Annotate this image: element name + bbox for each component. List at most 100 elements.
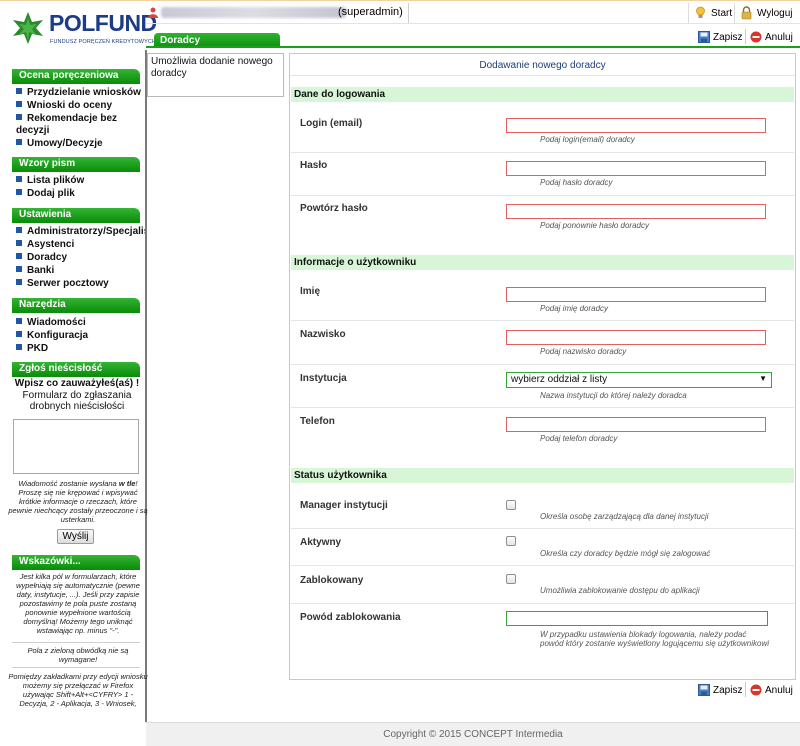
user-role: (superadmin) <box>338 6 403 18</box>
sidebar-item-banki[interactable]: Banki <box>16 265 54 277</box>
report-subheading: Formularz do zgłaszania drobnych nieścis… <box>22 390 132 412</box>
cancel-label: Anuluj <box>765 684 793 696</box>
start-link[interactable]: Start <box>694 3 732 23</box>
dropdown-arrow-icon: ▼ <box>759 374 767 383</box>
phone-label: Telefon <box>300 416 335 427</box>
save-button-bottom[interactable]: Zapisz <box>698 684 742 696</box>
divider <box>12 569 140 570</box>
login-email-field[interactable] <box>506 118 766 133</box>
sidebar-item-asystenci[interactable]: Asystenci <box>16 239 74 251</box>
hints-text-shortcuts: Pomiędzy zakładkami przy edycji wniosku … <box>8 672 148 708</box>
bullet-icon <box>16 139 22 145</box>
login-label: Login (email) <box>300 118 363 129</box>
report-textarea[interactable] <box>13 419 139 474</box>
bullet-icon <box>16 253 22 259</box>
block-reason-hint: W przypadku ustawienia blokady logowania… <box>540 630 769 648</box>
bullet-icon <box>16 266 22 272</box>
password-repeat-field[interactable] <box>506 204 766 219</box>
blocked-label: Zablokowany <box>300 575 364 586</box>
login-hint: Podaj login(email) doradcy <box>540 135 635 144</box>
password-field[interactable] <box>506 161 766 176</box>
password-label: Hasło <box>300 160 328 171</box>
divider <box>734 3 735 23</box>
brand-name: POLFUND <box>49 10 157 36</box>
divider <box>12 376 140 377</box>
divider <box>291 152 794 153</box>
sidebar-item-dodaj-plik[interactable]: Dodaj plik <box>16 188 75 200</box>
cancel-button-bottom[interactable]: Anuluj <box>750 684 793 696</box>
active-checkbox[interactable] <box>506 536 516 546</box>
divider <box>12 642 140 643</box>
sidebar-section-wskazowki: Wskazówki... <box>12 555 140 569</box>
save-label: Zapisz <box>713 31 743 43</box>
floppy-disk-icon <box>698 31 710 43</box>
user-name-redacted <box>161 7 346 18</box>
logout-label: Wyloguj <box>757 7 793 19</box>
sidebar-item-wnioski-do-oceny[interactable]: Wnioski do oceny <box>16 100 112 112</box>
logout-link[interactable]: Wyloguj <box>740 3 792 23</box>
bullet-icon <box>16 227 22 233</box>
manager-hint: Określa osobę zarządzającą dla danej ins… <box>540 512 709 521</box>
sidebar-item-pkd[interactable]: PKD <box>16 343 48 355</box>
sidebar-item-konfiguracja[interactable]: Konfiguracja <box>16 330 88 342</box>
block-reason-field[interactable] <box>506 611 768 626</box>
footer: Copyright © 2015 CONCEPT Intermedia <box>146 722 800 746</box>
divider <box>291 320 794 321</box>
sidebar-section-ustawienia: Ustawienia <box>12 208 140 222</box>
cancel-label: Anuluj <box>765 31 793 43</box>
save-button[interactable]: Zapisz <box>698 31 742 43</box>
bullet-icon <box>16 88 22 94</box>
sidebar-item-przydzielanie-wnioskow[interactable]: Przydzielanie wniosków <box>16 87 141 99</box>
sidebar-section-narzedzia: Narzędzia <box>12 298 140 312</box>
sidebar-item-doradcy[interactable]: Doradcy <box>16 252 67 264</box>
sidebar-item-lista-plikow[interactable]: Lista plików <box>16 175 84 187</box>
add-advisor-form: Dodawanie nowego doradcy Dane do logowan… <box>289 53 796 680</box>
divider <box>12 667 140 668</box>
sidebar-section-ocena: Ocena poręczeniowa <box>12 69 140 83</box>
hints-text-optional-fields: Pola z zieloną obwódką nie są wymagane! <box>27 646 129 664</box>
cancel-icon <box>750 31 762 43</box>
institution-select[interactable]: wybierz oddział z listy ▼ <box>506 372 772 388</box>
sidebar-item-wiadomosci[interactable]: Wiadomości <box>16 317 86 329</box>
last-name-field[interactable] <box>506 330 766 345</box>
bullet-icon <box>16 331 22 337</box>
divider <box>291 195 794 196</box>
block-reason-label: Powód zablokowania <box>300 612 401 623</box>
sidebar-section-zglos: Zgłoś nieścisłość <box>12 362 140 376</box>
blocked-checkbox[interactable] <box>506 574 516 584</box>
hints-text: Jest kilka pól w formularzach, które wyp… <box>16 572 140 635</box>
cancel-icon <box>750 684 762 696</box>
bullet-icon <box>16 279 22 285</box>
sidebar-item-serwer-pocztowy[interactable]: Serwer pocztowy <box>16 278 109 290</box>
divider <box>291 603 794 604</box>
section-user-info: Informacje o użytkowniku <box>291 255 794 270</box>
sidebar-item-rekomendacje[interactable]: Rekomendacje bez decyzji <box>16 113 141 137</box>
lightbulb-icon <box>696 6 705 18</box>
blocked-hint: Umożliwia zablokowanie dostępu do aplika… <box>540 586 700 595</box>
report-note: Wiadomość zostanie wysłana w tle! Proszę… <box>8 479 148 524</box>
cancel-button[interactable]: Anuluj <box>750 31 793 43</box>
bullet-icon <box>16 114 22 120</box>
polfund-logo[interactable]: POLFUND FUNDUSZ PORĘCZEŃ KREDYTOWYCH <box>10 6 157 50</box>
sidebar-section-wzory-pism: Wzory pism <box>12 157 140 171</box>
report-heading: Wpisz co zauważyłeś(aś) ! <box>14 378 140 389</box>
divider <box>290 75 795 76</box>
send-report-button[interactable]: Wyślij <box>57 529 94 544</box>
divider <box>291 528 794 529</box>
description-panel: Umożliwia dodanie nowego doradcy <box>147 53 284 97</box>
divider <box>745 682 746 697</box>
top-accent-line <box>0 0 800 3</box>
divider <box>12 171 140 172</box>
sidebar-item-umowy-decyzje[interactable]: Umowy/Decyzje <box>16 138 103 150</box>
divider <box>745 29 746 44</box>
user-icon <box>148 7 158 18</box>
sidebar-item-administratorzy[interactable]: Administratorzy/Specjaliści <box>16 226 145 238</box>
password-repeat-hint: Podaj ponownie hasło doradcy <box>540 221 649 230</box>
divider <box>12 222 140 223</box>
first-name-field[interactable] <box>506 287 766 302</box>
manager-checkbox[interactable] <box>506 500 516 510</box>
institution-label: Instytucja <box>300 373 347 384</box>
phone-field[interactable] <box>506 417 766 432</box>
bullet-icon <box>16 101 22 107</box>
header-green-line <box>146 46 800 48</box>
